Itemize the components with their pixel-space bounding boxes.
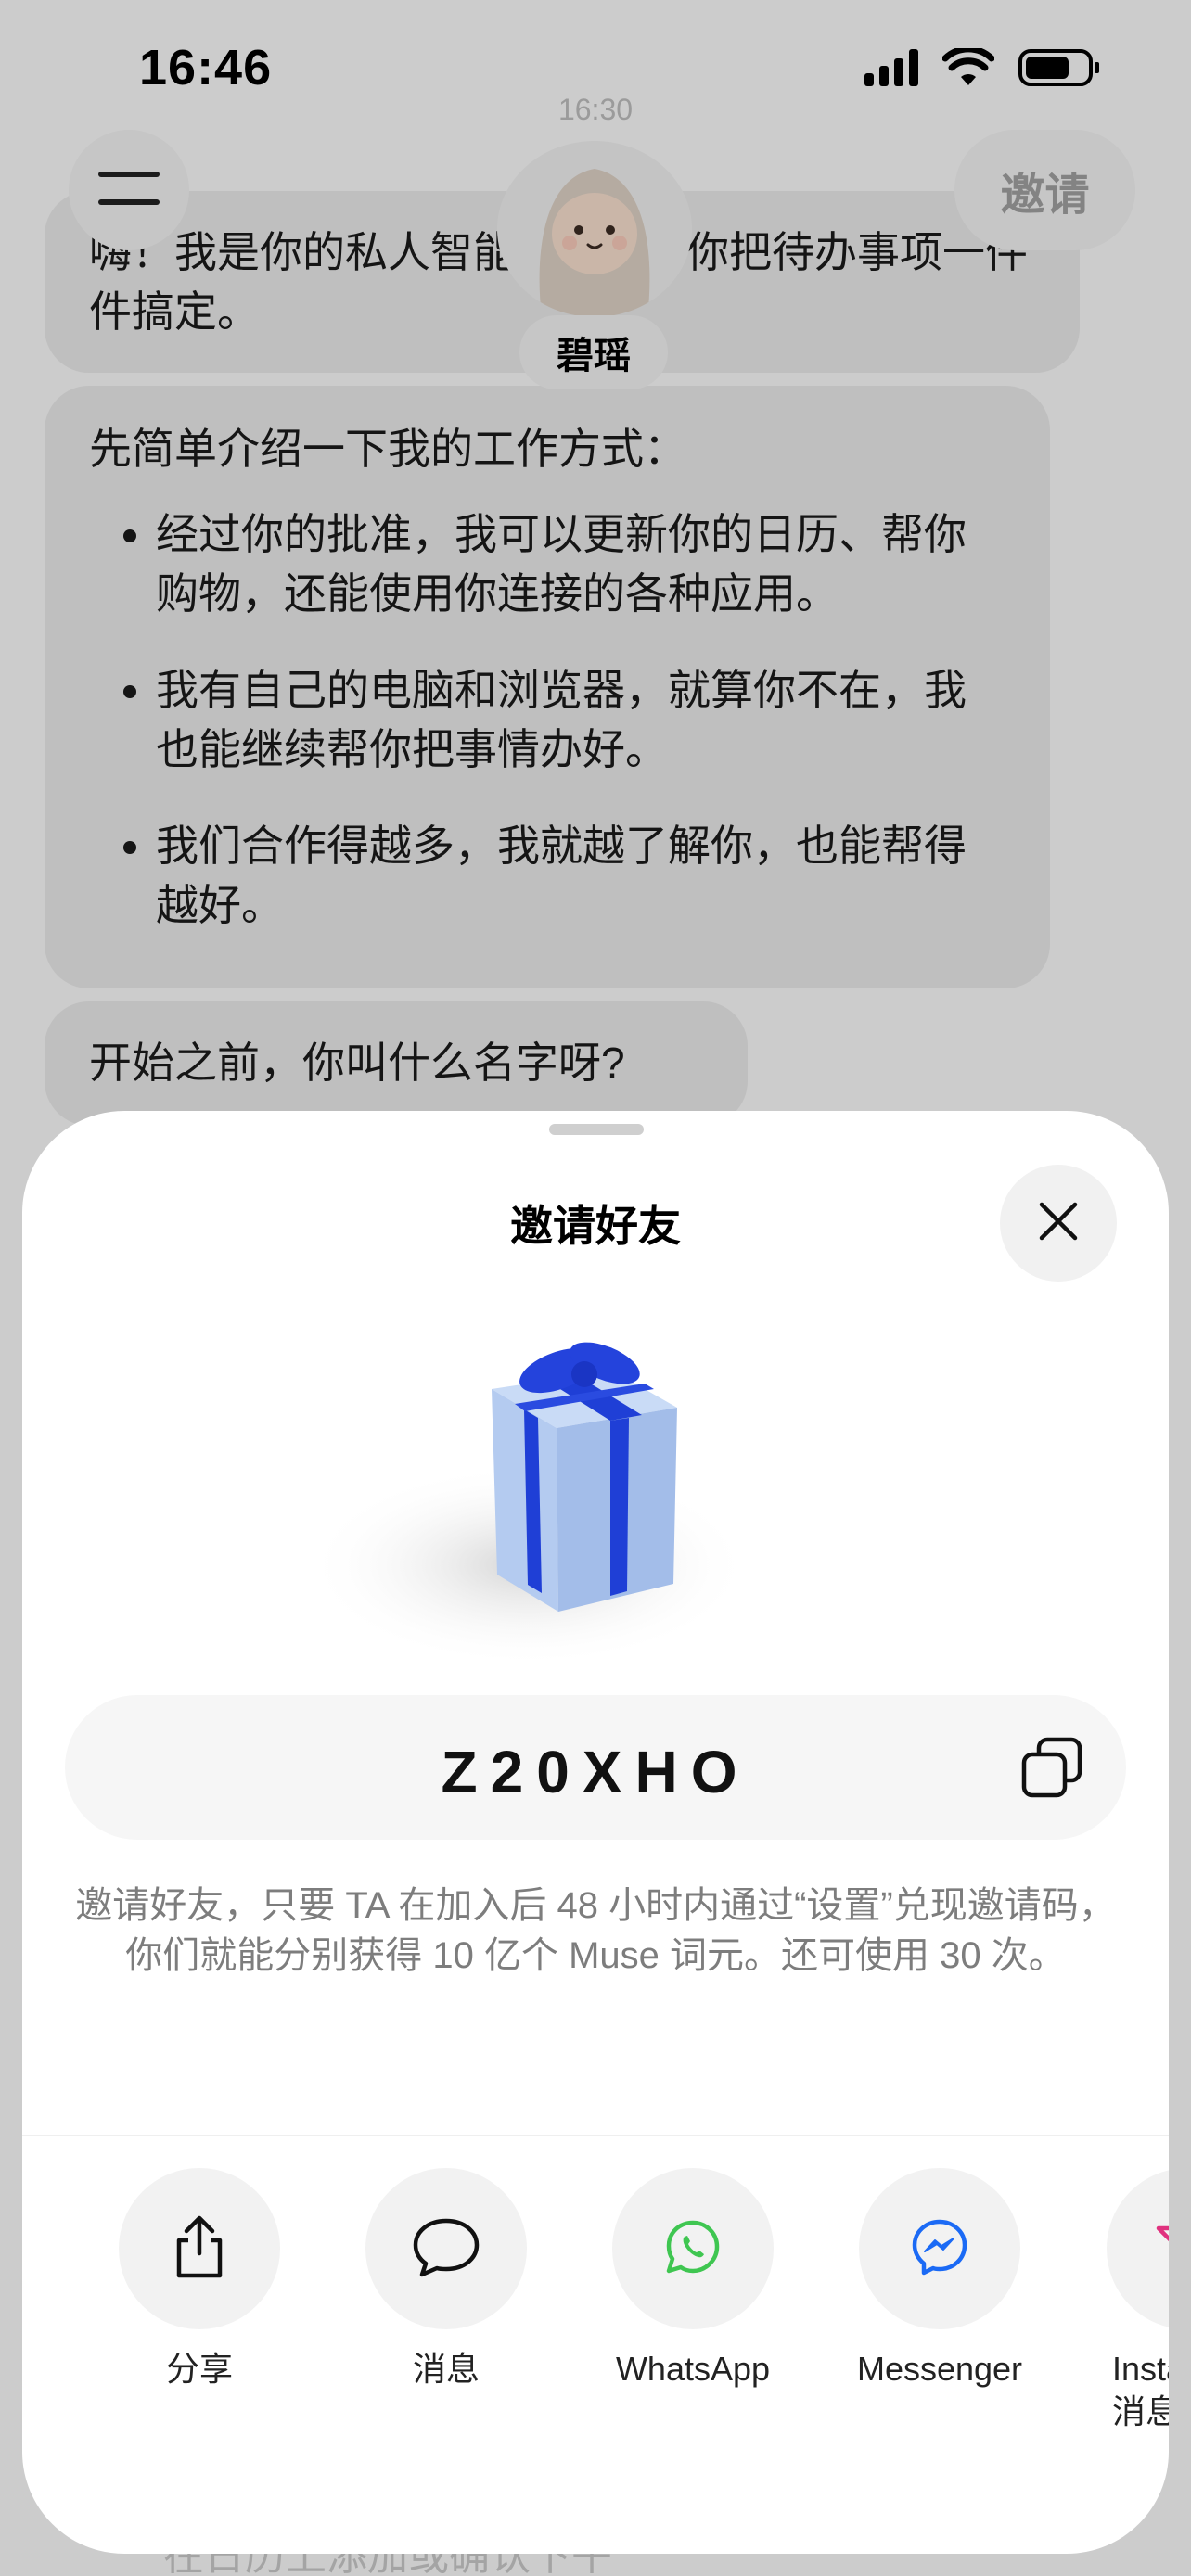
message-button[interactable]	[365, 2168, 527, 2329]
share-label: 分享	[165, 2350, 233, 2388]
share-label: Messenger	[856, 2350, 1023, 2388]
invite-code: Z20XHO	[441, 1739, 750, 1805]
invite-description: 邀请好友，只要 TA 在加入后 48 小时内通过“设置”兑现邀请码，你们就能分别…	[75, 1885, 1116, 1976]
divider	[22, 2135, 1169, 2136]
whatsapp-icon	[664, 2218, 722, 2280]
message-icon	[411, 2215, 481, 2283]
share-option-messenger[interactable]: Messenger	[847, 2168, 1032, 2391]
close-button[interactable]	[1000, 1165, 1117, 1282]
share-option-message[interactable]: 消息	[353, 2168, 539, 2391]
share-label: 消息	[412, 2350, 480, 2388]
instagram-icon	[1153, 2219, 1169, 2279]
whatsapp-button[interactable]	[612, 2168, 774, 2329]
sheet-title: 邀请好友	[510, 1202, 681, 1250]
share-button[interactable]	[119, 2168, 280, 2329]
messenger-button[interactable]	[859, 2168, 1020, 2329]
copy-icon[interactable]	[1018, 1734, 1085, 1801]
share-icon	[170, 2214, 229, 2284]
instagram-button[interactable]	[1107, 2168, 1169, 2329]
invite-sheet: 邀请好友 Z20XHO 邀请好友，只要 TA 在加入后 48 小时内通过“设置”…	[22, 1111, 1169, 2554]
share-label: WhatsApp	[615, 2350, 771, 2388]
close-icon	[1038, 1201, 1079, 1246]
share-option-whatsapp[interactable]: WhatsApp	[600, 2168, 786, 2391]
share-option-share[interactable]: 分享	[107, 2168, 292, 2391]
share-option-instagram[interactable]: Instagram 消息	[1084, 2168, 1169, 2433]
gift-icon	[306, 1306, 798, 1667]
sheet-grabber[interactable]	[549, 1124, 644, 1135]
messenger-icon	[910, 2217, 969, 2281]
invite-code-box: Z20XHO	[65, 1695, 1126, 1840]
share-label: Instagram 消息	[1112, 2350, 1169, 2430]
